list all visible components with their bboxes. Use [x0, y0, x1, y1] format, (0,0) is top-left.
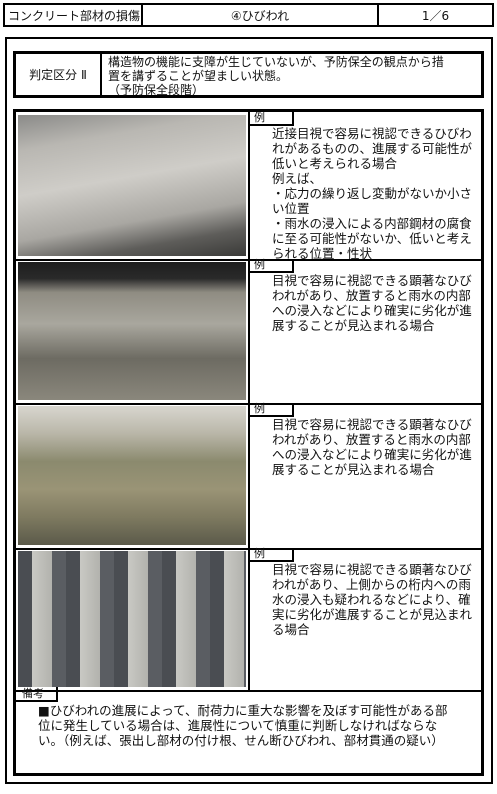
example-description: 近接目視で容易に視認できるひびわ れがあるものの、進展する可能性が 低いと考えら…	[272, 126, 473, 261]
judgment-description: 構造物の機能に支障が生じていないが、予防保全の観点から措 置を講ずることが望まし…	[108, 55, 444, 97]
example-description: 目視で容易に視認できる顕著なひび われがあり、放置すると雨水の内部 への浸入など…	[272, 273, 472, 333]
example-description: 目視で容易に視認できる顕著なひび われがあり、上側からの桁内への雨 水の浸入も疑…	[272, 562, 473, 637]
judgment-box: 判定区分 Ⅱ 構造物の機能に支障が生じていないが、予防保全の観点から措 置を講ず…	[13, 51, 484, 98]
remarks-label: 備考	[16, 687, 58, 702]
examples-table: 例 近接目視で容易に視認できるひびわ れがあるものの、進展する可能性が 低いと考…	[13, 109, 484, 776]
photo-girder-bottom-flanges	[18, 551, 246, 687]
header-category: コンクリート部材の損傷	[3, 3, 143, 27]
example-label: 例	[250, 259, 294, 273]
example-row: 例 目視で容易に視認できる顕著なひび われがあり、上側からの桁内への雨 水の浸入…	[16, 548, 481, 692]
example-label: 例	[250, 112, 294, 126]
photo-pier-head-cracks	[18, 262, 246, 400]
example-description: 目視で容易に視認できる顕著なひび われがあり、放置すると雨水の内部 への浸入など…	[272, 417, 472, 477]
remarks-text: ■ひびわれの進展によって、耐荷力に重大な影響を及ぼす可能性がある部 位に発生して…	[38, 703, 448, 748]
photo-pier-rust-stained-cracks	[18, 406, 246, 545]
example-row: 例 目視で容易に視認できる顕著なひび われがあり、放置すると雨水の内部 への浸入…	[16, 403, 481, 550]
judgment-label: 判定区分 Ⅱ	[16, 54, 102, 95]
example-row: 例 近接目視で容易に視認できるひびわ れがあるものの、進展する可能性が 低いと考…	[16, 112, 481, 261]
header-page-number: 1／6	[377, 3, 494, 27]
example-label: 例	[250, 548, 294, 562]
photo-girder-underside-cracks	[18, 115, 246, 256]
remarks-section: 備考 ■ひびわれの進展によって、耐荷力に重大な影響を及ぼす可能性がある部 位に発…	[16, 687, 481, 773]
example-row: 例 目視で容易に視認できる顕著なひび われがあり、放置すると雨水の内部 への浸入…	[16, 259, 481, 405]
example-label: 例	[250, 403, 294, 417]
header-damage-type: ④ひびわれ	[141, 3, 379, 27]
